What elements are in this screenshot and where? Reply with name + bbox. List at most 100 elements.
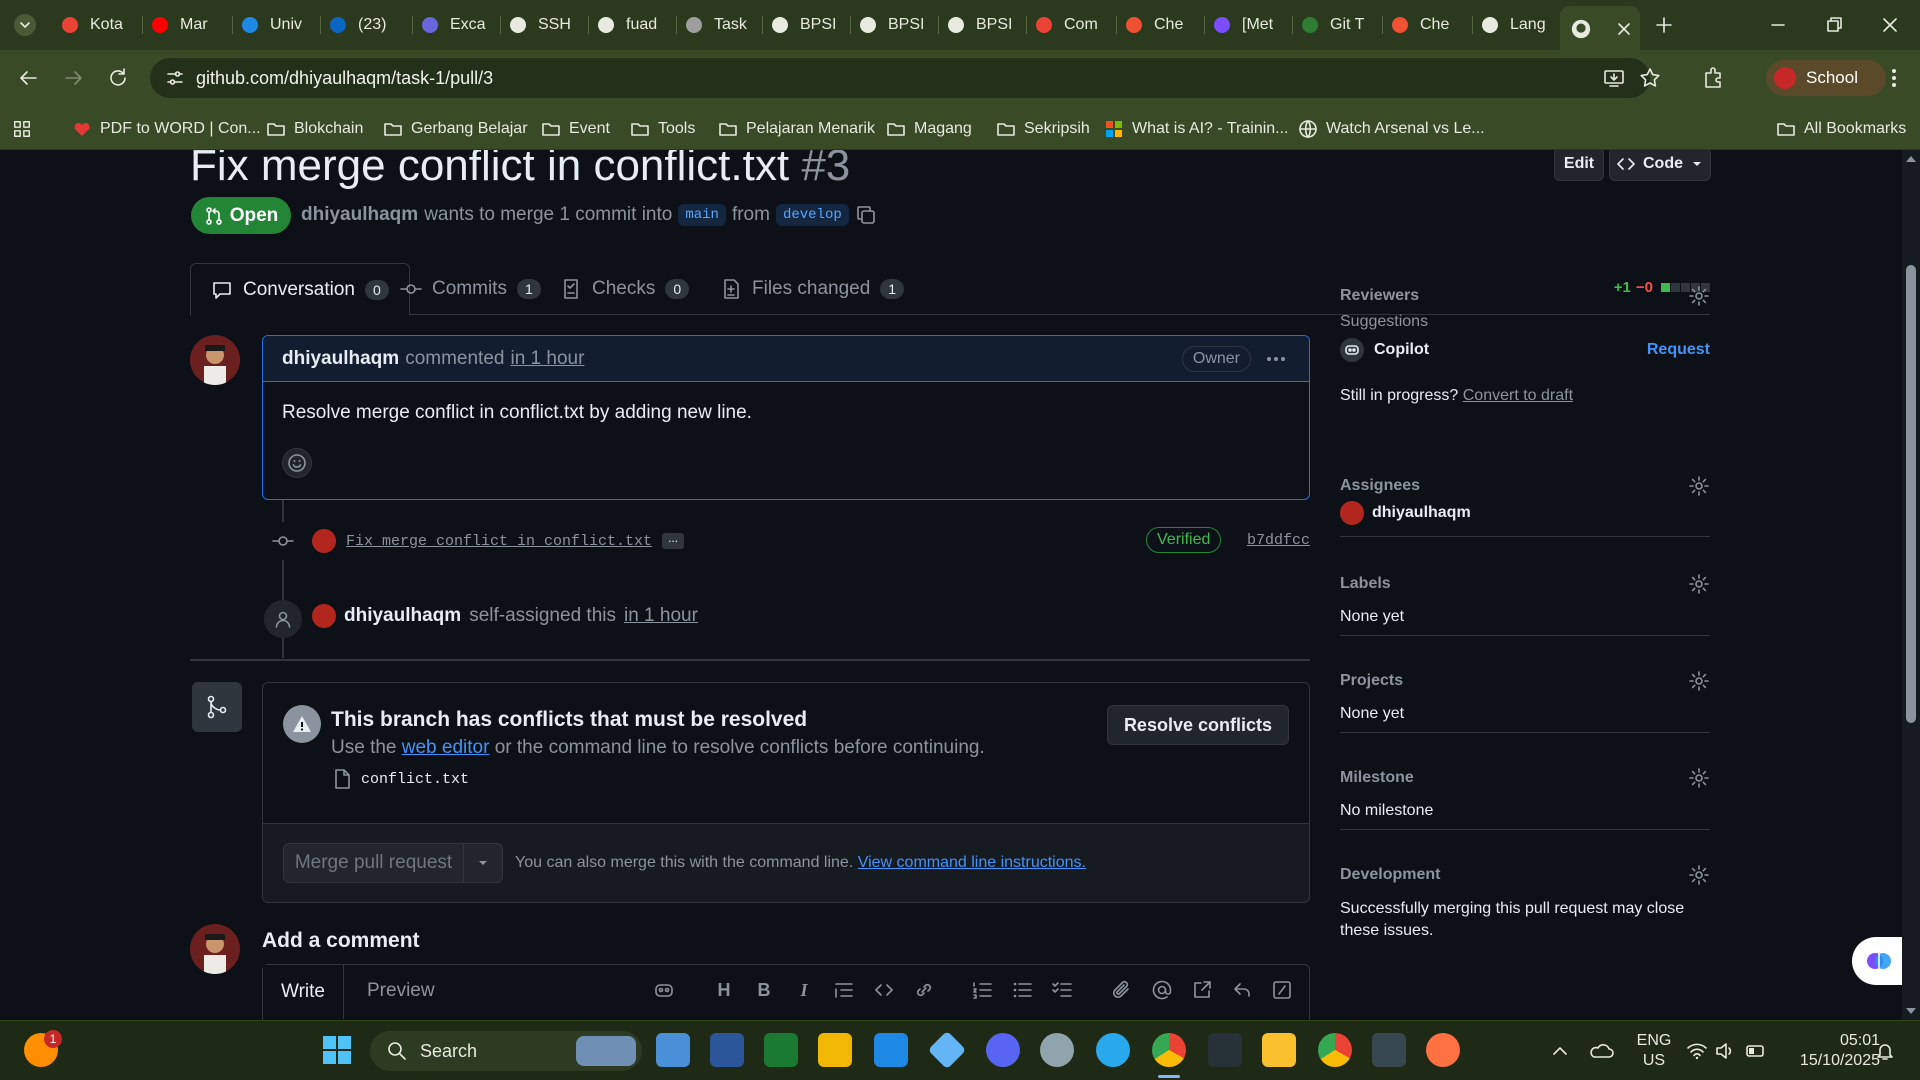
bookmark-item[interactable]: Pelajaran Menarik	[718, 116, 875, 142]
scroll-thumb[interactable]	[1906, 265, 1916, 723]
code-button[interactable]: Code	[1609, 150, 1711, 181]
bookmark-star-icon[interactable]	[1638, 66, 1662, 90]
bookmark-item[interactable]: Blokchain	[266, 116, 363, 142]
convert-to-draft-link[interactable]: Convert to draft	[1463, 387, 1573, 404]
browser-tab[interactable]: SSH	[508, 10, 580, 40]
tab-checks[interactable]: Checks 0	[540, 263, 709, 315]
assign-user[interactable]: dhiyaulhaqm	[344, 605, 461, 627]
onedrive-icon[interactable]	[1588, 1041, 1614, 1061]
browser-tab[interactable]: BPSI	[946, 10, 1018, 40]
browser-tab[interactable]: Che	[1124, 10, 1196, 40]
page-scrollbar[interactable]	[1902, 150, 1920, 1020]
commit-author-avatar[interactable]	[312, 529, 336, 553]
tab-conversation[interactable]: Conversation 0	[190, 263, 410, 316]
file-explorer-icon[interactable]	[818, 1033, 852, 1067]
copilot-assistant-button[interactable]	[1852, 937, 1902, 985]
commit-message[interactable]: Fix merge conflict in conflict.txt	[346, 533, 652, 550]
taskbar-search[interactable]: Search	[370, 1031, 642, 1071]
add-reaction-button[interactable]	[282, 448, 312, 478]
quote-icon[interactable]	[833, 979, 855, 1001]
browser-tab[interactable]: [Met	[1212, 10, 1284, 40]
scroll-down-icon[interactable]	[1902, 1004, 1920, 1018]
bookmark-item[interactable]: Sekripsih	[996, 116, 1090, 142]
assign-avatar[interactable]	[312, 604, 336, 628]
tab-commits[interactable]: Commits 1	[380, 263, 561, 315]
base-branch[interactable]: main	[678, 204, 726, 226]
attach-icon[interactable]	[1111, 979, 1133, 1001]
cross-reference-icon[interactable]	[1191, 979, 1213, 1001]
request-review-button[interactable]: Request	[1647, 341, 1710, 359]
tab-files-changed[interactable]: Files changed 1	[700, 263, 924, 315]
minimize-icon[interactable]	[1766, 13, 1790, 37]
commit-expand-button[interactable]: ...	[662, 532, 685, 549]
web-editor-link[interactable]: web editor	[402, 737, 490, 758]
tab-search-chevron-icon[interactable]	[14, 14, 36, 36]
ordered-list-icon[interactable]	[971, 979, 993, 1001]
vscode-icon[interactable]	[874, 1033, 908, 1067]
browser-tab[interactable]: Exca	[420, 10, 492, 40]
comment-time[interactable]: in 1 hour	[510, 348, 584, 370]
tray-overflow-icon[interactable]	[1550, 1041, 1570, 1061]
bookmark-item[interactable]: PDF to WORD | Con...	[72, 116, 261, 142]
install-app-icon[interactable]	[1602, 66, 1626, 90]
browser-tab[interactable]: Che	[1390, 10, 1462, 40]
terminal-icon[interactable]	[1372, 1033, 1406, 1067]
browser-tab[interactable]: Kota	[60, 10, 132, 40]
close-window-icon[interactable]	[1878, 13, 1902, 37]
tab-preview[interactable]: Preview	[349, 965, 453, 1017]
italic-icon[interactable]: I	[793, 979, 815, 1001]
merge-pull-request-button[interactable]: Merge pull request	[283, 843, 503, 883]
saved-reply-icon[interactable]	[1231, 979, 1253, 1001]
link-icon[interactable]	[913, 979, 935, 1001]
bookmark-item[interactable]: Event	[541, 116, 610, 142]
site-info-icon[interactable]	[164, 67, 186, 89]
scroll-up-icon[interactable]	[1902, 152, 1920, 166]
pr-author[interactable]: dhiyaulhaqm	[301, 204, 418, 226]
browser-tab[interactable]: Com	[1034, 10, 1106, 40]
browser-tab[interactable]: fuad	[596, 10, 668, 40]
kebab-menu-icon[interactable]	[1265, 348, 1287, 370]
back-icon[interactable]	[14, 64, 42, 92]
clock[interactable]: 05:01 15/10/2025	[1780, 1031, 1880, 1071]
restore-icon[interactable]	[1822, 13, 1846, 37]
bookmark-item[interactable]: Magang	[886, 116, 972, 142]
notepad-icon[interactable]	[656, 1033, 690, 1067]
slash-commands-icon[interactable]	[1271, 979, 1293, 1001]
chrome-profile-icon[interactable]	[1318, 1033, 1352, 1067]
browser-tab[interactable]: Mar	[150, 10, 222, 40]
reload-icon[interactable]	[104, 64, 132, 92]
discord-icon[interactable]	[986, 1033, 1020, 1067]
apps-icon[interactable]	[12, 116, 32, 142]
viewer-avatar[interactable]	[190, 924, 240, 974]
all-bookmarks[interactable]: All Bookmarks	[1776, 116, 1906, 142]
chrome-icon[interactable]	[1152, 1033, 1186, 1067]
bookmark-item[interactable]: What is AI? - Trainin...	[1104, 116, 1289, 142]
windows-start-icon[interactable]	[320, 1033, 354, 1067]
spreadsheet-icon[interactable]	[764, 1033, 798, 1067]
profile-button[interactable]: School	[1766, 60, 1886, 96]
notification-bell-icon[interactable]	[1874, 1040, 1896, 1062]
verified-badge[interactable]: Verified	[1146, 527, 1222, 553]
language-indicator[interactable]: ENG US	[1630, 1031, 1678, 1071]
extensions-icon[interactable]	[1700, 64, 1728, 92]
gear-icon[interactable]	[1688, 573, 1710, 595]
new-tab-icon[interactable]	[1652, 13, 1676, 37]
assign-time[interactable]: in 1 hour	[624, 605, 698, 627]
copy-icon[interactable]	[855, 204, 877, 226]
firefox-icon[interactable]	[1426, 1033, 1460, 1067]
close-tab-icon[interactable]	[1616, 21, 1632, 37]
browser-tab[interactable]: BPSI	[858, 10, 930, 40]
word-icon[interactable]	[710, 1033, 744, 1067]
gear-icon[interactable]	[1688, 767, 1710, 789]
active-tab[interactable]	[1560, 6, 1640, 50]
url-text[interactable]: github.com/dhiyaulhaqm/task-1/pull/3	[196, 68, 493, 89]
tab-write[interactable]: Write	[263, 965, 344, 1019]
comment-author[interactable]: dhiyaulhaqm	[282, 348, 399, 370]
battery-icon[interactable]	[1745, 1041, 1767, 1061]
gear-icon[interactable]	[1688, 285, 1710, 307]
bold-icon[interactable]: B	[753, 979, 775, 1001]
wifi-icon[interactable]	[1686, 1041, 1708, 1061]
gear-icon[interactable]	[1688, 475, 1710, 497]
gear-icon[interactable]	[1688, 670, 1710, 692]
heading-icon[interactable]: H	[713, 979, 735, 1001]
